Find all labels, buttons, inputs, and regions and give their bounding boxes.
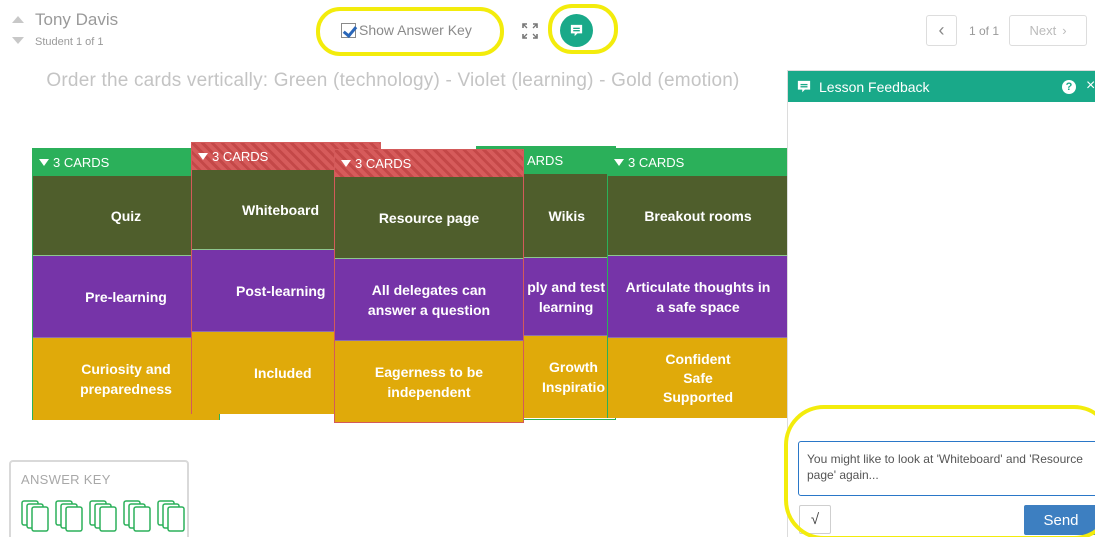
column-header[interactable]: 3 CARDS: [335, 150, 523, 177]
card-learning[interactable]: Articulate thoughts in a safe space: [608, 256, 788, 338]
triangle-down-icon: [39, 159, 49, 166]
card-column-4[interactable]: 3 CARDS Resource page All delegates can …: [334, 149, 524, 423]
card-stack-icon: [123, 500, 151, 532]
instruction-text: Order the cards vertically: Green (techn…: [46, 70, 740, 91]
checkbox-icon[interactable]: [341, 22, 356, 38]
lesson-page: Tony Davis Student 1 of 1 Show Answer Ke…: [0, 0, 1095, 537]
answer-key-stacks: [21, 500, 187, 532]
show-answer-key-label: Show Answer Key: [359, 22, 472, 38]
feedback-comment-icon: [570, 24, 583, 37]
card-emotion[interactable]: Confident Safe Supported: [608, 338, 788, 418]
help-icon[interactable]: ?: [1062, 80, 1076, 94]
card-stack-icon: [157, 500, 185, 532]
student-position: Student 1 of 1: [35, 36, 104, 48]
feedback-message-input[interactable]: You might like to look at 'Whiteboard' a…: [798, 441, 1095, 496]
card-column-5[interactable]: 3 CARDS Breakout rooms Articulate though…: [607, 148, 789, 418]
chevron-up-icon[interactable]: [12, 16, 24, 23]
lesson-feedback-panel: Lesson Feedback ? × You might like to lo…: [787, 70, 1095, 537]
student-name: Tony Davis: [35, 10, 119, 29]
card-stack-icon: [55, 500, 83, 532]
triangle-down-icon: [198, 153, 208, 160]
feedback-comment-icon: [797, 80, 811, 92]
equation-button[interactable]: √: [799, 505, 831, 534]
next-label: Next: [1029, 23, 1057, 38]
triangle-down-icon: [341, 160, 351, 167]
chevron-right-icon: ›: [1062, 23, 1067, 38]
card-learning[interactable]: All delegates can answer a question: [335, 259, 523, 341]
page-count: 1 of 1: [969, 23, 1000, 38]
feedback-button[interactable]: [560, 14, 593, 47]
answer-key-label: ANSWER KEY: [21, 472, 111, 487]
previous-button[interactable]: ‹: [926, 15, 957, 46]
triangle-down-icon: [614, 159, 624, 166]
panel-header: Lesson Feedback ? ×: [788, 71, 1095, 102]
column-header[interactable]: 3 CARDS: [608, 149, 788, 176]
pager: ‹ 1 of 1 Next ›: [926, 15, 1088, 46]
card-emotion[interactable]: Eagerness to be independent: [335, 341, 523, 422]
card-technology[interactable]: Breakout rooms: [608, 176, 788, 256]
chevron-down-icon[interactable]: [12, 37, 24, 44]
chevron-left-icon: ‹: [938, 20, 945, 40]
panel-title: Lesson Feedback: [819, 78, 930, 95]
fullscreen-icon[interactable]: [522, 23, 538, 39]
close-icon[interactable]: ×: [1086, 77, 1095, 95]
card-stack-icon: [21, 500, 49, 532]
next-button[interactable]: Next ›: [1009, 15, 1088, 46]
send-button[interactable]: Send: [1024, 505, 1095, 535]
card-technology[interactable]: Resource page: [335, 177, 523, 259]
card-stack-icon: [89, 500, 117, 532]
answer-key-box[interactable]: ANSWER KEY: [9, 460, 189, 537]
show-answer-key-toggle[interactable]: Show Answer Key: [341, 22, 472, 38]
